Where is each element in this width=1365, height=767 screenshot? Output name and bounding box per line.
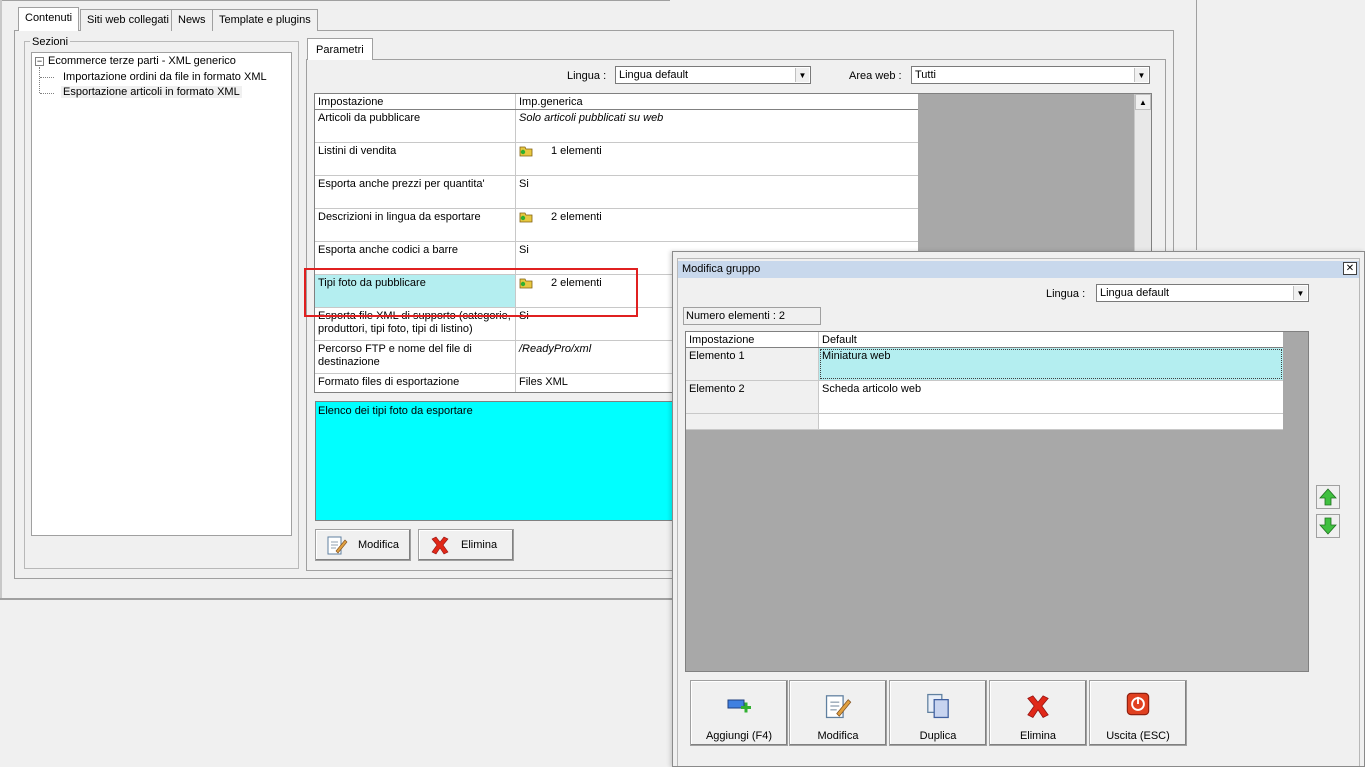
tree-item-importazione[interactable]: Importazione ordini da file in formato X… <box>63 71 267 83</box>
dialog-modifica-label: Modifica <box>817 730 859 742</box>
uscita-label: Uscita (ESC) <box>1106 730 1170 742</box>
row-name: Elemento 1 <box>686 348 819 380</box>
folder-icon[interactable] <box>519 145 533 157</box>
dialog-lingua-label: Lingua : <box>1046 288 1086 300</box>
dialog-grid[interactable]: Impostazione Default Elemento 1 Miniatur… <box>685 331 1309 672</box>
duplica-button[interactable]: Duplica <box>889 680 987 746</box>
arrow-up-icon <box>1319 488 1337 506</box>
dialog-elimina-button[interactable]: Elimina <box>989 680 1087 746</box>
chevron-down-icon[interactable]: ▼ <box>795 68 809 82</box>
tab-news[interactable]: News <box>171 9 213 31</box>
arrow-down-icon <box>1319 517 1337 535</box>
edit-icon <box>327 536 348 555</box>
row-name: Percorso FTP e nome del file di destinaz… <box>315 341 516 373</box>
table-row[interactable]: Elemento 2 Scheda articolo web <box>686 381 1283 414</box>
description-box: Elenco dei tipi foto da esportare <box>315 401 675 521</box>
lingua-label: Lingua : <box>567 70 607 82</box>
table-row[interactable]: Esporta anche prezzi per quantita' Si <box>315 176 918 209</box>
uscita-button[interactable]: Uscita (ESC) <box>1089 680 1187 746</box>
duplicate-icon <box>927 693 949 719</box>
duplica-label: Duplica <box>919 730 957 742</box>
row-value[interactable]: Scheda articolo web <box>819 381 1283 413</box>
row-name <box>686 414 819 429</box>
aggiungi-button[interactable]: Aggiungi (F4) <box>690 680 788 746</box>
aggiungi-label: Aggiungi (F4) <box>705 730 773 742</box>
scroll-up-icon[interactable]: ▲ <box>1135 94 1151 110</box>
row-name: Listini di vendita <box>315 143 516 175</box>
modifica-button[interactable]: Modifica <box>315 529 411 561</box>
tree-item-esportazione[interactable]: Esportazione articoli in formato XML <box>61 86 242 98</box>
tab-contenuti[interactable]: Contenuti <box>18 7 80 31</box>
count-label: Numero elementi : 2 <box>683 307 821 325</box>
tree-collapse-icon[interactable]: − <box>35 57 44 66</box>
dialog-lingua-select[interactable]: Lingua default ▼ <box>1096 284 1309 302</box>
row-value: Solo articoli pubblicati su web <box>519 112 664 124</box>
row-name: Articoli da pubblicare <box>315 110 516 142</box>
highlight-box <box>304 268 638 317</box>
area-web-label: Area web : <box>849 70 902 82</box>
delete-icon <box>1027 695 1049 718</box>
dialog-titlebar: Modifica gruppo ✕ <box>678 261 1359 278</box>
row-value: 1 elementi <box>551 145 602 157</box>
table-row-selected[interactable]: Elemento 1 Miniatura web <box>686 348 1283 381</box>
tab-parametri[interactable]: Parametri <box>307 38 373 60</box>
sezioni-title: Sezioni <box>30 36 71 48</box>
move-up-button[interactable] <box>1316 485 1340 509</box>
sezioni-tree[interactable] <box>31 52 292 536</box>
header-impostazione: Impostazione <box>315 94 516 109</box>
dialog-modifica-button[interactable]: Modifica <box>789 680 887 746</box>
power-icon <box>1126 692 1150 716</box>
table-row[interactable]: Articoli da pubblicare Solo articoli pub… <box>315 110 918 143</box>
lingua-select[interactable]: Lingua default ▼ <box>615 66 811 84</box>
lingua-value: Lingua default <box>619 69 689 81</box>
tab-template-plugins[interactable]: Template e plugins <box>212 9 318 31</box>
area-web-select[interactable]: Tutti ▼ <box>911 66 1150 84</box>
close-icon[interactable]: ✕ <box>1343 262 1357 275</box>
table-row[interactable]: Descrizioni in lingua da esportare 2 ele… <box>315 209 918 242</box>
row-value[interactable] <box>819 414 1283 429</box>
area-web-value: Tutti <box>915 69 936 81</box>
dialog-elimina-label: Elimina <box>1019 730 1057 742</box>
modifica-label: Modifica <box>358 539 399 551</box>
table-row[interactable]: Listini di vendita 1 elementi <box>315 143 918 176</box>
modifica-gruppo-dialog: Modifica gruppo ✕ Lingua : Lingua defaul… <box>672 251 1365 767</box>
header-default: Default <box>822 334 857 346</box>
folder-icon[interactable] <box>519 211 533 223</box>
grid-header: Impostazione Imp.generica <box>315 94 918 110</box>
move-down-button[interactable] <box>1316 514 1340 538</box>
elimina-button[interactable]: Elimina <box>418 529 514 561</box>
header-impostazione: Impostazione <box>686 332 819 347</box>
tab-siti-web-collegati[interactable]: Siti web collegati <box>80 9 176 31</box>
chevron-down-icon[interactable]: ▼ <box>1134 68 1148 82</box>
delete-icon <box>431 536 449 555</box>
table-row-empty[interactable] <box>686 414 1283 430</box>
elimina-label: Elimina <box>461 539 498 551</box>
row-name: Esporta anche prezzi per quantita' <box>315 176 516 208</box>
dialog-title: Modifica gruppo <box>682 263 761 275</box>
chevron-down-icon[interactable]: ▼ <box>1293 286 1307 300</box>
header-imp-generica: Imp.generica <box>519 96 583 108</box>
row-name: Descrizioni in lingua da esportare <box>315 209 516 241</box>
tree-item-root[interactable]: Ecommerce terze parti - XML generico <box>48 55 236 67</box>
dialog-grid-header: Impostazione Default <box>686 332 1283 348</box>
row-name: Elemento 2 <box>686 381 819 413</box>
row-value[interactable]: Miniatura web <box>819 348 1283 380</box>
row-value: 2 elementi <box>551 211 602 223</box>
row-name: Formato files di esportazione <box>315 374 516 392</box>
edit-icon <box>825 695 852 719</box>
dialog-lingua-value: Lingua default <box>1100 287 1170 299</box>
row-value: Si <box>519 178 529 190</box>
add-row-icon <box>727 699 751 713</box>
